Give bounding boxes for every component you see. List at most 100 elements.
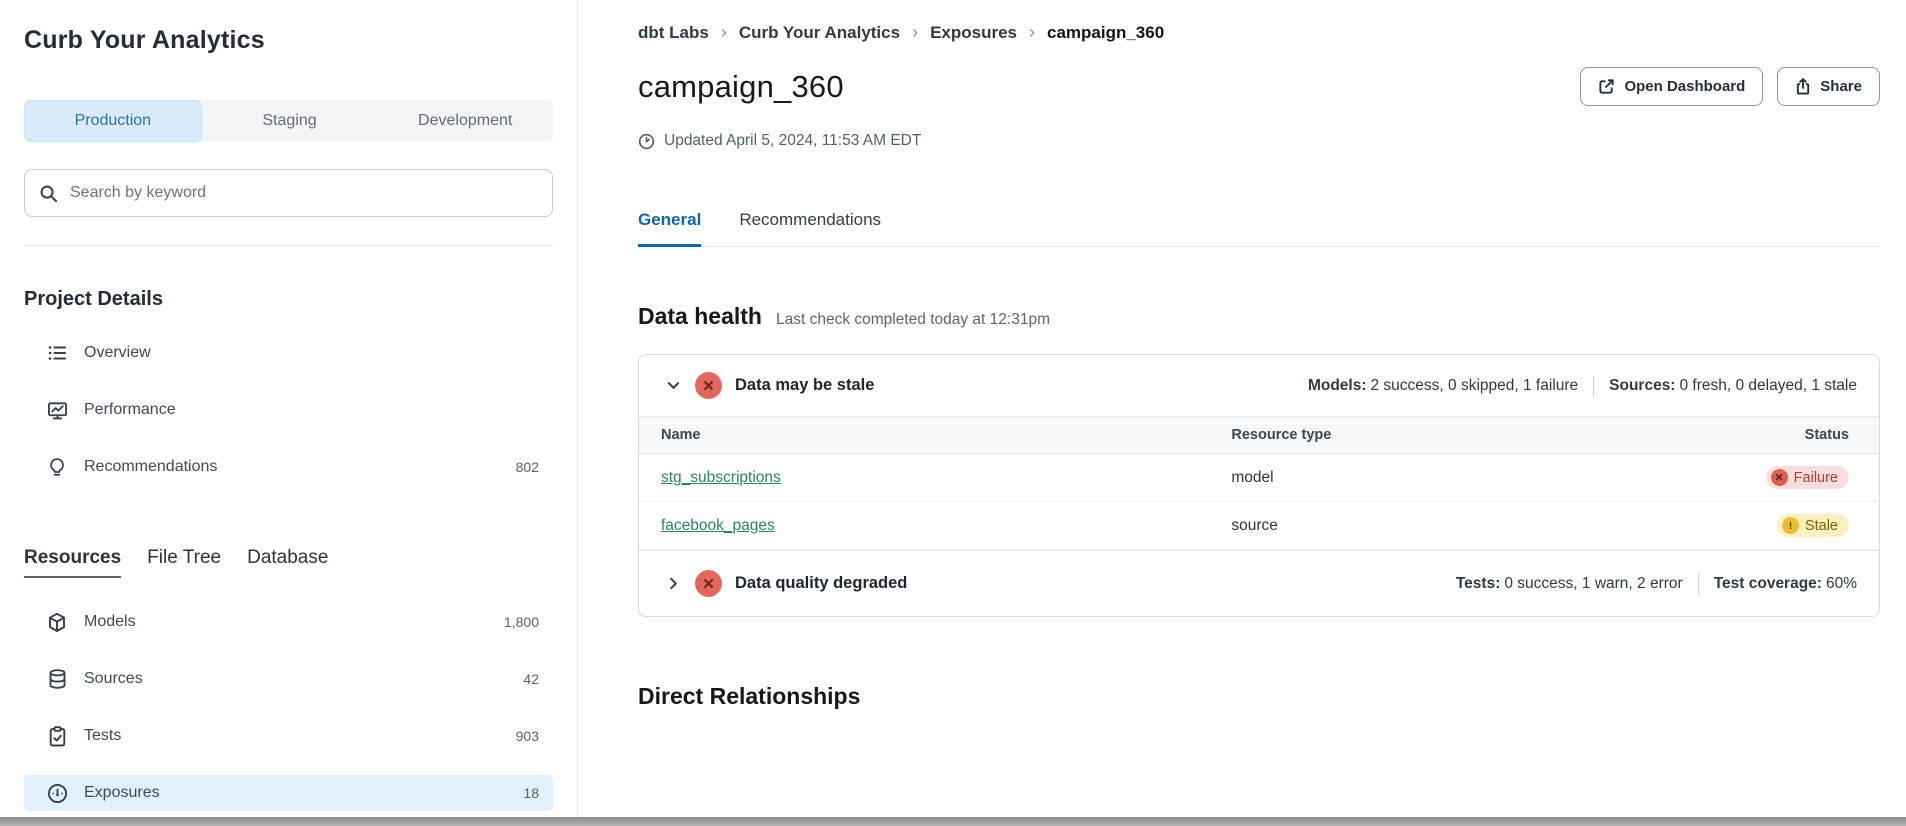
item-count: 802 bbox=[516, 459, 539, 475]
table-row: facebook_pages source ! Stale bbox=[639, 502, 1879, 550]
updated-text: Updated April 5, 2024, 11:53 AM EDT bbox=[664, 132, 921, 150]
share-label: Share bbox=[1820, 78, 1862, 95]
sidebar-item-label: Models bbox=[84, 613, 136, 631]
resource-type-cell: model bbox=[1209, 454, 1655, 502]
chevron-right-icon: › bbox=[721, 22, 727, 43]
item-count: 903 bbox=[516, 728, 539, 744]
resource-link-stg-subscriptions[interactable]: stg_subscriptions bbox=[661, 469, 781, 486]
status-badge-label: Failure bbox=[1794, 470, 1838, 486]
health-group-summary: Tests: 0 success, 1 warn, 2 error Test c… bbox=[1456, 574, 1857, 594]
breadcrumb-item-account[interactable]: dbt Labs bbox=[638, 23, 709, 43]
breadcrumb: dbt Labs › Curb Your Analytics › Exposur… bbox=[638, 22, 1880, 43]
summary-value: 2 success, 0 skipped, 1 failure bbox=[1371, 377, 1579, 395]
open-dashboard-label: Open Dashboard bbox=[1624, 78, 1745, 95]
chevron-right-icon: › bbox=[1029, 22, 1035, 43]
tab-file-tree[interactable]: File Tree bbox=[147, 547, 221, 576]
chevron-right-icon[interactable] bbox=[661, 572, 685, 596]
health-group-quality[interactable]: ✕ Data quality degraded Tests: 0 success… bbox=[639, 550, 1879, 616]
col-header-resource-type: Resource type bbox=[1209, 417, 1655, 454]
sidebar-item-models[interactable]: Models 1,800 bbox=[24, 604, 553, 640]
search-input[interactable] bbox=[70, 184, 538, 202]
project-details-nav: Overview Performance Recommendations 802 bbox=[24, 335, 553, 485]
dbt-explorer-app: Curb Your Analytics Production Staging D… bbox=[0, 0, 1906, 826]
share-button[interactable]: Share bbox=[1777, 67, 1880, 106]
external-link-icon bbox=[1598, 78, 1615, 95]
resource-view-tabs: Resources File Tree Database bbox=[24, 547, 553, 578]
tab-resources[interactable]: Resources bbox=[24, 547, 121, 578]
performance-monitor-icon bbox=[46, 400, 68, 421]
data-health-heading: Data health bbox=[638, 303, 762, 330]
sidebar-item-recommendations[interactable]: Recommendations 802 bbox=[24, 449, 553, 485]
breadcrumb-item-project[interactable]: Curb Your Analytics bbox=[739, 23, 900, 43]
chevron-right-icon: › bbox=[912, 22, 918, 43]
environment-switcher: Production Staging Development bbox=[24, 100, 553, 142]
env-tab-development[interactable]: Development bbox=[377, 100, 553, 142]
open-dashboard-button[interactable]: Open Dashboard bbox=[1580, 67, 1763, 106]
env-tab-production[interactable]: Production bbox=[24, 100, 202, 142]
summary-label: Tests: bbox=[1456, 575, 1501, 593]
summary-label: Models: bbox=[1308, 377, 1367, 395]
updated-timestamp: Updated April 5, 2024, 11:53 AM EDT bbox=[638, 132, 1880, 150]
summary-label: Sources: bbox=[1609, 377, 1675, 395]
sidebar-divider bbox=[24, 245, 553, 246]
gauge-icon bbox=[46, 783, 68, 804]
resources-nav: Models 1,800 Sources 42 Tests 903 bbox=[24, 604, 553, 811]
summary-divider bbox=[1593, 376, 1594, 396]
chevron-down-icon[interactable] bbox=[661, 374, 685, 398]
warning-dot-icon: ! bbox=[1782, 517, 1799, 534]
share-icon bbox=[1795, 78, 1811, 95]
sidebar-item-label: Performance bbox=[84, 401, 176, 419]
lightbulb-icon bbox=[46, 457, 68, 478]
sidebar-item-label: Recommendations bbox=[84, 458, 217, 476]
col-header-name: Name bbox=[639, 417, 1209, 454]
database-icon bbox=[46, 669, 68, 690]
tab-recommendations[interactable]: Recommendations bbox=[739, 210, 881, 246]
sidebar-item-sources[interactable]: Sources 42 bbox=[24, 661, 553, 697]
search-icon bbox=[39, 184, 58, 203]
data-health-card: ✕ Data may be stale Models: 2 success, 0… bbox=[638, 354, 1880, 617]
tab-general[interactable]: General bbox=[638, 210, 701, 247]
item-count: 18 bbox=[523, 785, 539, 801]
project-title: Curb Your Analytics bbox=[24, 26, 553, 55]
sidebar-item-exposures[interactable]: Exposures 18 bbox=[24, 775, 553, 811]
direct-relationships-heading: Direct Relationships bbox=[638, 683, 1880, 710]
health-group-title: Data may be stale bbox=[735, 376, 874, 395]
health-group-summary: Models: 2 success, 0 skipped, 1 failure … bbox=[1308, 376, 1857, 396]
header-actions: Open Dashboard Share bbox=[1580, 67, 1880, 106]
project-details-heading: Project Details bbox=[24, 288, 553, 311]
search-box[interactable] bbox=[24, 169, 553, 217]
clipboard-check-icon bbox=[46, 726, 68, 747]
summary-value: 0 success, 1 warn, 2 error bbox=[1504, 575, 1682, 593]
error-circle-icon: ✕ bbox=[695, 372, 722, 399]
status-badge-failure: ✕ Failure bbox=[1766, 466, 1849, 489]
sidebar-item-label: Overview bbox=[84, 344, 151, 362]
breadcrumb-item-current: campaign_360 bbox=[1047, 23, 1164, 43]
sidebar-item-tests[interactable]: Tests 903 bbox=[24, 718, 553, 754]
sidebar-item-label: Sources bbox=[84, 670, 143, 688]
health-group-title: Data quality degraded bbox=[735, 574, 907, 593]
resource-link-facebook-pages[interactable]: facebook_pages bbox=[661, 517, 775, 534]
health-group-stale[interactable]: ✕ Data may be stale Models: 2 success, 0… bbox=[639, 355, 1879, 416]
resource-type-cell: source bbox=[1209, 502, 1655, 550]
sidebar: Curb Your Analytics Production Staging D… bbox=[0, 0, 578, 826]
breadcrumb-item-exposures[interactable]: Exposures bbox=[930, 23, 1017, 43]
sidebar-item-overview[interactable]: Overview bbox=[24, 335, 553, 371]
summary-label: Test coverage: bbox=[1714, 575, 1822, 593]
list-icon bbox=[46, 343, 68, 363]
last-check-text: Last check completed today at 12:31pm bbox=[776, 311, 1050, 329]
page-title: campaign_360 bbox=[638, 69, 844, 105]
table-row: stg_subscriptions model ✕ Failure bbox=[639, 454, 1879, 502]
item-count: 42 bbox=[523, 671, 539, 687]
sidebar-item-performance[interactable]: Performance bbox=[24, 392, 553, 428]
status-badge-stale: ! Stale bbox=[1777, 514, 1849, 537]
col-header-status: Status bbox=[1656, 417, 1879, 454]
cube-icon bbox=[46, 612, 68, 633]
tab-database[interactable]: Database bbox=[247, 547, 328, 576]
summary-divider bbox=[1698, 574, 1699, 594]
env-tab-staging[interactable]: Staging bbox=[202, 100, 378, 142]
sidebar-item-label: Tests bbox=[84, 727, 121, 745]
page-tabs: General Recommendations bbox=[638, 210, 1880, 247]
main-content: dbt Labs › Curb Your Analytics › Exposur… bbox=[578, 0, 1906, 826]
summary-value: 0 fresh, 0 delayed, 1 stale bbox=[1679, 377, 1857, 395]
window-bottom-edge bbox=[0, 817, 1906, 826]
